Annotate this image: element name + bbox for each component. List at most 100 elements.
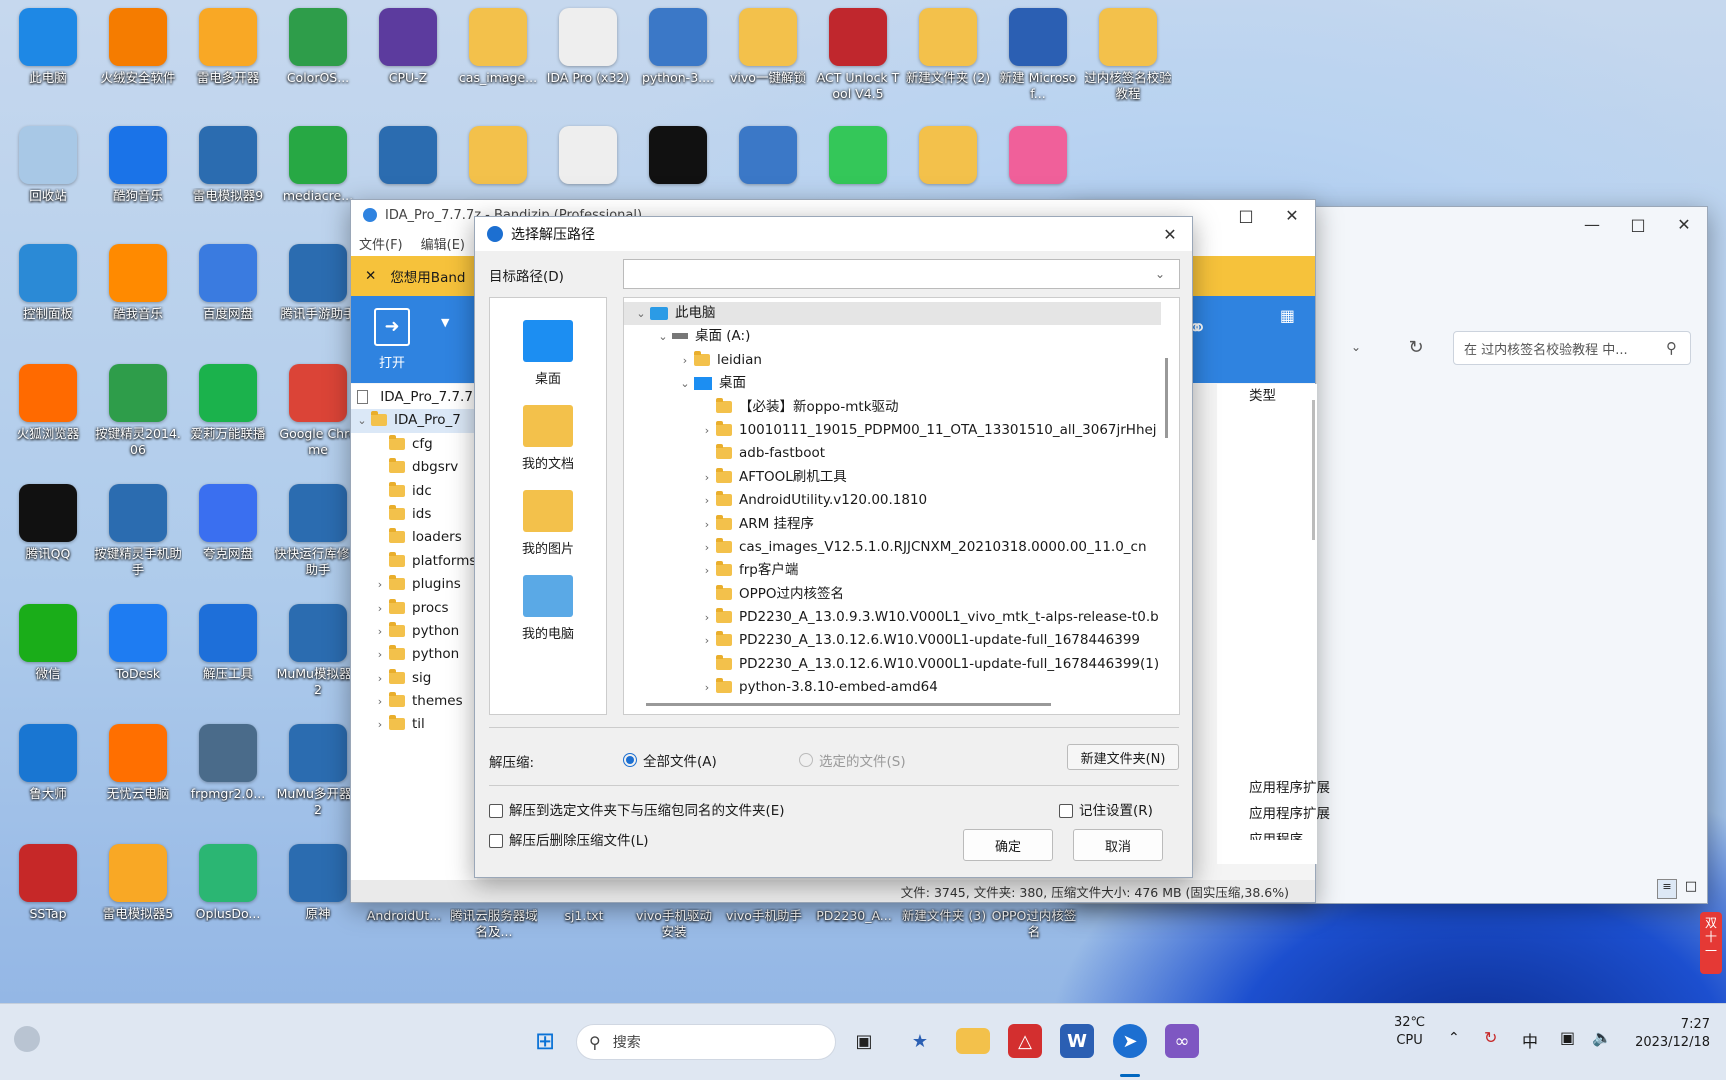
desktop-icon-item[interactable]: 新建文件夹 (2) xyxy=(904,8,992,86)
desktop-icon-item[interactable]: 火绒安全软件 xyxy=(94,8,182,86)
task-view-icon[interactable]: ▣ xyxy=(847,1024,881,1058)
folder-tree-item[interactable]: › cas_images_V12.5.1.0.RJJCNXM_20210318.0… xyxy=(624,536,1179,559)
chevron-right-icon[interactable]: › xyxy=(698,559,716,582)
extract-dialog[interactable]: 选择解压路径 ✕ 目标路径(D) ⌄ 桌面 我的文档 我的图片 我的电脑 ⌄ 此电脑 ⌄ 桌… xyxy=(474,216,1193,878)
ok-button[interactable]: 确定 xyxy=(963,829,1053,861)
desktop-icon-item[interactable]: 按键精灵手机助手 xyxy=(94,484,182,578)
desktop-icon-label[interactable]: vivo手机助手 xyxy=(720,908,808,924)
dialog-close-button[interactable]: ✕ xyxy=(1148,217,1192,251)
menu-file[interactable]: 文件(F) xyxy=(359,234,403,253)
desktop-icon-item[interactable]: 新建 Microsof... xyxy=(994,8,1082,102)
open-dropdown-icon[interactable]: ▼ xyxy=(441,316,449,329)
chevron-up-icon[interactable]: ⌃ xyxy=(1448,1030,1460,1046)
pdf-app-icon[interactable]: △ xyxy=(1008,1024,1042,1058)
desktop-icon-item[interactable] xyxy=(814,126,902,188)
desktop-icon-item[interactable]: 鲁大师 xyxy=(4,724,92,802)
close-button[interactable]: ✕ xyxy=(1661,209,1707,239)
desktop-icon-item[interactable]: 爱莉万能联播 xyxy=(184,364,272,442)
network-icon[interactable]: ▣ xyxy=(1560,1028,1575,1047)
chevron-right-icon[interactable]: › xyxy=(371,620,389,643)
folder-tree-item[interactable]: › python-3.8.10-embed-amd64 xyxy=(624,676,1179,699)
widgets-icon[interactable] xyxy=(14,1026,40,1052)
chevron-right-icon[interactable]: › xyxy=(371,667,389,690)
chevron-right-icon[interactable]: › xyxy=(676,349,694,372)
desktop-icon-item[interactable]: OplusDo... xyxy=(184,844,272,922)
app-icon[interactable]: ★ xyxy=(903,1024,937,1058)
desktop-icon-item[interactable]: SSTap xyxy=(4,844,92,922)
folder-tree-item[interactable]: adb-fastboot xyxy=(624,442,1179,465)
open-button[interactable]: ➜ 打开 xyxy=(367,308,417,371)
chevron-right-icon[interactable]: › xyxy=(698,419,716,442)
folder-tree-item[interactable]: › frp客户端 xyxy=(624,559,1179,582)
chevron-right-icon[interactable]: › xyxy=(371,643,389,666)
place-item[interactable]: 我的文档 xyxy=(490,405,606,472)
tree-item[interactable]: › sig xyxy=(351,667,477,690)
start-icon[interactable]: ⊞ xyxy=(528,1024,562,1058)
bandizip-maximize-button[interactable]: □ xyxy=(1223,200,1269,230)
desktop-icon-label[interactable]: AndroidUt... xyxy=(360,908,448,924)
vs-icon[interactable]: ∞ xyxy=(1165,1024,1199,1058)
desktop-icon-item[interactable] xyxy=(904,126,992,188)
tree-item[interactable]: › procs xyxy=(351,597,477,620)
desktop-icon-label[interactable]: PD2230_A... xyxy=(810,908,898,924)
maximize-button[interactable]: □ xyxy=(1615,209,1661,239)
tree-item[interactable]: loaders xyxy=(351,526,477,549)
desktop-icon-item[interactable] xyxy=(364,126,452,188)
desktop-icon-item[interactable] xyxy=(994,126,1082,188)
desktop-icon-item[interactable]: Google Chrome xyxy=(274,364,362,458)
chevron-down-icon[interactable]: ⌄ xyxy=(353,409,371,432)
desktop-icon-item[interactable]: frpmgr2.0... xyxy=(184,724,272,802)
folder-tree-item[interactable]: ⌄ 桌面 (A:) xyxy=(624,325,1179,348)
folder-tree-item[interactable]: › 10010111_19015_PDPM00_11_OTA_13301510_a… xyxy=(624,419,1179,442)
chevron-down-icon[interactable]: ⌄ xyxy=(654,325,672,348)
cancel-button[interactable]: 取消 xyxy=(1073,829,1163,861)
folder-tree-item[interactable]: 【必装】新oppo-mtk驱动 xyxy=(624,396,1179,419)
place-item[interactable]: 我的电脑 xyxy=(490,575,606,642)
folder-tree-item[interactable]: › AFTOOL刷机工具 xyxy=(624,466,1179,489)
clock[interactable]: 7:27 2023/12/18 xyxy=(1628,1016,1710,1052)
desktop-icon-item[interactable]: 酷狗音乐 xyxy=(94,126,182,204)
chevron-right-icon[interactable]: › xyxy=(371,713,389,736)
desktop-icon-item[interactable]: ACT Unlock Tool V4.5 xyxy=(814,8,902,102)
view-tiles-icon[interactable]: □ xyxy=(1681,879,1701,899)
place-item[interactable]: 桌面 xyxy=(490,320,606,387)
desktop-icon-item[interactable] xyxy=(634,126,722,188)
tree-item[interactable]: › til xyxy=(351,713,477,736)
desktop-icon-item[interactable]: 腾讯手游助手 xyxy=(274,244,362,322)
chevron-down-icon[interactable]: ⌄ xyxy=(676,372,694,395)
desktop-icon-item[interactable]: MuMu多开器12 xyxy=(274,724,362,818)
dialog-titlebar[interactable]: 选择解压路径 xyxy=(475,217,1192,251)
tree-horizontal-scrollbar[interactable] xyxy=(646,703,1051,706)
explorer-search-input[interactable]: 在 过内核签名校验教程 中... ⚲ xyxy=(1453,331,1691,365)
desktop-icon-label[interactable]: sj1.txt xyxy=(540,908,628,924)
word-icon[interactable]: W xyxy=(1060,1024,1094,1058)
tree-item[interactable]: cfg xyxy=(351,433,477,456)
desktop-icon-label[interactable]: OPPO过内核签名 xyxy=(990,908,1078,940)
checkbox-same-name[interactable]: 解压到选定文件夹下与压缩包同名的文件夹(E) xyxy=(489,799,785,819)
desktop-icon-item[interactable]: mediacre... xyxy=(274,126,362,204)
volume-icon[interactable]: 🔈 xyxy=(1592,1028,1612,1047)
chevron-right-icon[interactable]: › xyxy=(698,629,716,652)
file-explorer-icon[interactable] xyxy=(956,1028,990,1054)
desktop-icon-item[interactable]: 雷电模拟器9 xyxy=(184,126,272,204)
tree-item[interactable]: › themes xyxy=(351,690,477,713)
desktop-icon-item[interactable]: CPU-Z xyxy=(364,8,452,86)
tree-item[interactable]: dbgsrv xyxy=(351,456,477,479)
desktop-icon-item[interactable]: 雷电多开器 xyxy=(184,8,272,86)
ime-indicator[interactable]: 中 xyxy=(1522,1028,1538,1052)
tree-item[interactable]: ids xyxy=(351,503,477,526)
chevron-right-icon[interactable]: › xyxy=(698,536,716,559)
chevron-right-icon[interactable]: › xyxy=(371,690,389,713)
tree-item[interactable]: › python xyxy=(351,620,477,643)
ime-side-badge[interactable]: 双十一 xyxy=(1700,912,1722,974)
desktop-icon-item[interactable]: vivo一键解锁 xyxy=(724,8,812,86)
desktop-icon-item[interactable]: 百度网盘 xyxy=(184,244,272,322)
explorer-address-dropdown[interactable]: ⌄ xyxy=(1321,332,1391,362)
folder-tree-item[interactable]: › PD2230_A_13.0.12.6.W10.V000L1-update-fu… xyxy=(624,629,1179,652)
desktop-icon-item[interactable]: 腾讯QQ xyxy=(4,484,92,562)
refresh-icon[interactable]: ↻ xyxy=(1401,332,1431,362)
desktop-icon-item[interactable]: ToDesk xyxy=(94,604,182,682)
tree-item[interactable]: › plugins xyxy=(351,573,477,596)
menu-edit[interactable]: 编辑(E) xyxy=(421,234,465,253)
tree-item[interactable]: platforms xyxy=(351,550,477,573)
